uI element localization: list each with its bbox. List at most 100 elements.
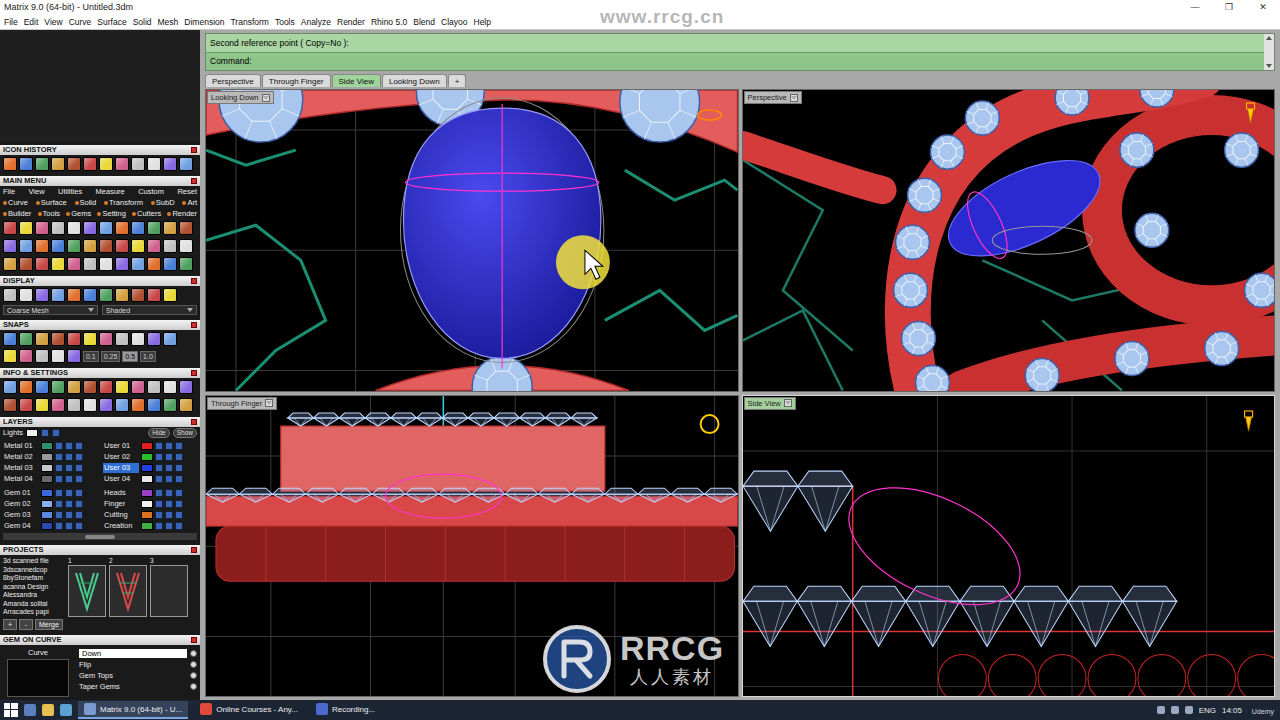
layer-row[interactable]: Gem 01: [3, 487, 97, 498]
section-header[interactable]: LAYERS: [0, 417, 200, 427]
project-item[interactable]: acanna Design: [3, 583, 65, 592]
main-menu-item[interactable]: Render: [167, 208, 197, 219]
snap-step[interactable]: 0.1: [83, 351, 99, 362]
tool-icon[interactable]: [99, 239, 113, 253]
layer-name[interactable]: Gem 01: [3, 488, 39, 498]
layer-toggle[interactable]: [175, 475, 183, 483]
shade-dropdown[interactable]: Shaded: [102, 305, 197, 315]
layer-toggle[interactable]: [55, 453, 63, 461]
layer-row[interactable]: User 02: [103, 451, 197, 462]
tool-icon[interactable]: [99, 398, 113, 412]
ring-widget-icon[interactable]: [701, 415, 719, 433]
layer-toggle[interactable]: [165, 522, 173, 530]
show-button[interactable]: Show: [173, 428, 197, 438]
tool-icon[interactable]: [115, 398, 129, 412]
layer-toggle[interactable]: [165, 489, 173, 497]
project-thumbnail[interactable]: [109, 565, 147, 617]
main-menu-item[interactable]: Measure: [96, 186, 125, 197]
tool-icon[interactable]: [147, 332, 161, 346]
taskbar-item[interactable]: Recording...: [310, 701, 381, 719]
layer-toggle[interactable]: [175, 500, 183, 508]
tool-icon[interactable]: [51, 221, 65, 235]
section-header[interactable]: SNAPS: [0, 320, 200, 330]
tool-icon[interactable]: [51, 257, 65, 271]
layer-toggle[interactable]: [155, 453, 163, 461]
tool-icon[interactable]: [19, 257, 33, 271]
main-menu-item[interactable]: Transform: [104, 197, 143, 208]
tool-icon[interactable]: [83, 221, 97, 235]
layer-name[interactable]: Cutting: [103, 510, 139, 520]
tool-icon[interactable]: [19, 398, 33, 412]
project-button[interactable]: -: [19, 619, 33, 630]
viewport-tab[interactable]: Looking Down: [382, 74, 447, 87]
layer-toggle[interactable]: [65, 453, 73, 461]
curve-preview[interactable]: [7, 659, 69, 697]
tool-icon[interactable]: [147, 221, 161, 235]
tool-icon[interactable]: [35, 398, 49, 412]
layer-name[interactable]: Metal 03: [3, 463, 39, 473]
tool-icon[interactable]: [131, 157, 145, 171]
main-menu-item[interactable]: Reset: [177, 186, 197, 197]
layer-swatch[interactable]: [141, 500, 153, 508]
menu-item[interactable]: Mesh: [158, 17, 179, 27]
menu-item[interactable]: Transform: [230, 17, 268, 27]
layer-toggle[interactable]: [175, 489, 183, 497]
taskbar-item[interactable]: Online Courses - Any...: [194, 701, 304, 719]
section-header[interactable]: DISPLAY: [0, 276, 200, 286]
layer-swatch[interactable]: [41, 475, 53, 483]
tool-icon[interactable]: [131, 380, 145, 394]
tool-icon[interactable]: [147, 380, 161, 394]
section-header[interactable]: GEM ON CURVE: [0, 635, 200, 645]
view-widget-icon[interactable]: [1244, 411, 1252, 431]
layer-toggle[interactable]: [75, 442, 83, 450]
tool-icon[interactable]: [35, 332, 49, 346]
layer-toggle[interactable]: [65, 500, 73, 508]
tool-icon[interactable]: [163, 398, 177, 412]
layer-toggle[interactable]: [65, 489, 73, 497]
main-menu-item[interactable]: View: [28, 186, 44, 197]
layer-name[interactable]: Metal 02: [3, 452, 39, 462]
tool-icon[interactable]: [3, 380, 17, 394]
window-control[interactable]: —: [1178, 0, 1212, 14]
tool-icon[interactable]: [67, 398, 81, 412]
main-menu-item[interactable]: Art: [182, 197, 197, 208]
tool-icon[interactable]: [163, 157, 177, 171]
layer-toggle[interactable]: [165, 475, 173, 483]
center-stone[interactable]: [934, 141, 1113, 276]
menu-item[interactable]: File: [4, 17, 18, 27]
tool-icon[interactable]: [3, 398, 17, 412]
layer-name[interactable]: Metal 04: [3, 474, 39, 484]
radio-button[interactable]: [190, 683, 197, 690]
side-view-drawing[interactable]: [743, 396, 1275, 697]
viewport-tab[interactable]: Through Finger: [262, 74, 331, 87]
tool-icon[interactable]: [115, 332, 129, 346]
command-scrollbar[interactable]: [1264, 34, 1274, 70]
layer-toggle[interactable]: [55, 475, 63, 483]
radio-button[interactable]: [190, 650, 197, 657]
layer-swatch[interactable]: [141, 453, 153, 461]
layer-toggle[interactable]: [175, 464, 183, 472]
layer-row[interactable]: Metal 03: [3, 462, 97, 473]
layer-swatch[interactable]: [141, 475, 153, 483]
tool-icon[interactable]: [179, 398, 193, 412]
menu-item[interactable]: Render: [337, 17, 365, 27]
scroll-knob[interactable]: [85, 535, 115, 539]
close-icon[interactable]: [191, 547, 197, 553]
project-item[interactable]: Alessandra: [3, 591, 65, 600]
main-menu-item[interactable]: Solid: [75, 197, 97, 208]
tool-icon[interactable]: [67, 380, 81, 394]
tool-icon[interactable]: [147, 239, 161, 253]
tool-icon[interactable]: [115, 288, 129, 302]
layer-swatch[interactable]: [41, 500, 53, 508]
tool-icon[interactable]: [51, 288, 65, 302]
layer-toggle[interactable]: [55, 500, 63, 508]
perspective-view-drawing[interactable]: [743, 90, 1275, 391]
layer-toggle[interactable]: [75, 453, 83, 461]
layer-toggle[interactable]: [155, 500, 163, 508]
layer-toggle[interactable]: [175, 511, 183, 519]
layer-swatch[interactable]: [141, 489, 153, 497]
layer-toggle[interactable]: [155, 522, 163, 530]
viewport-label[interactable]: Through Finger: [207, 397, 277, 410]
menu-item[interactable]: Analyze: [301, 17, 331, 27]
tool-icon[interactable]: [19, 288, 33, 302]
